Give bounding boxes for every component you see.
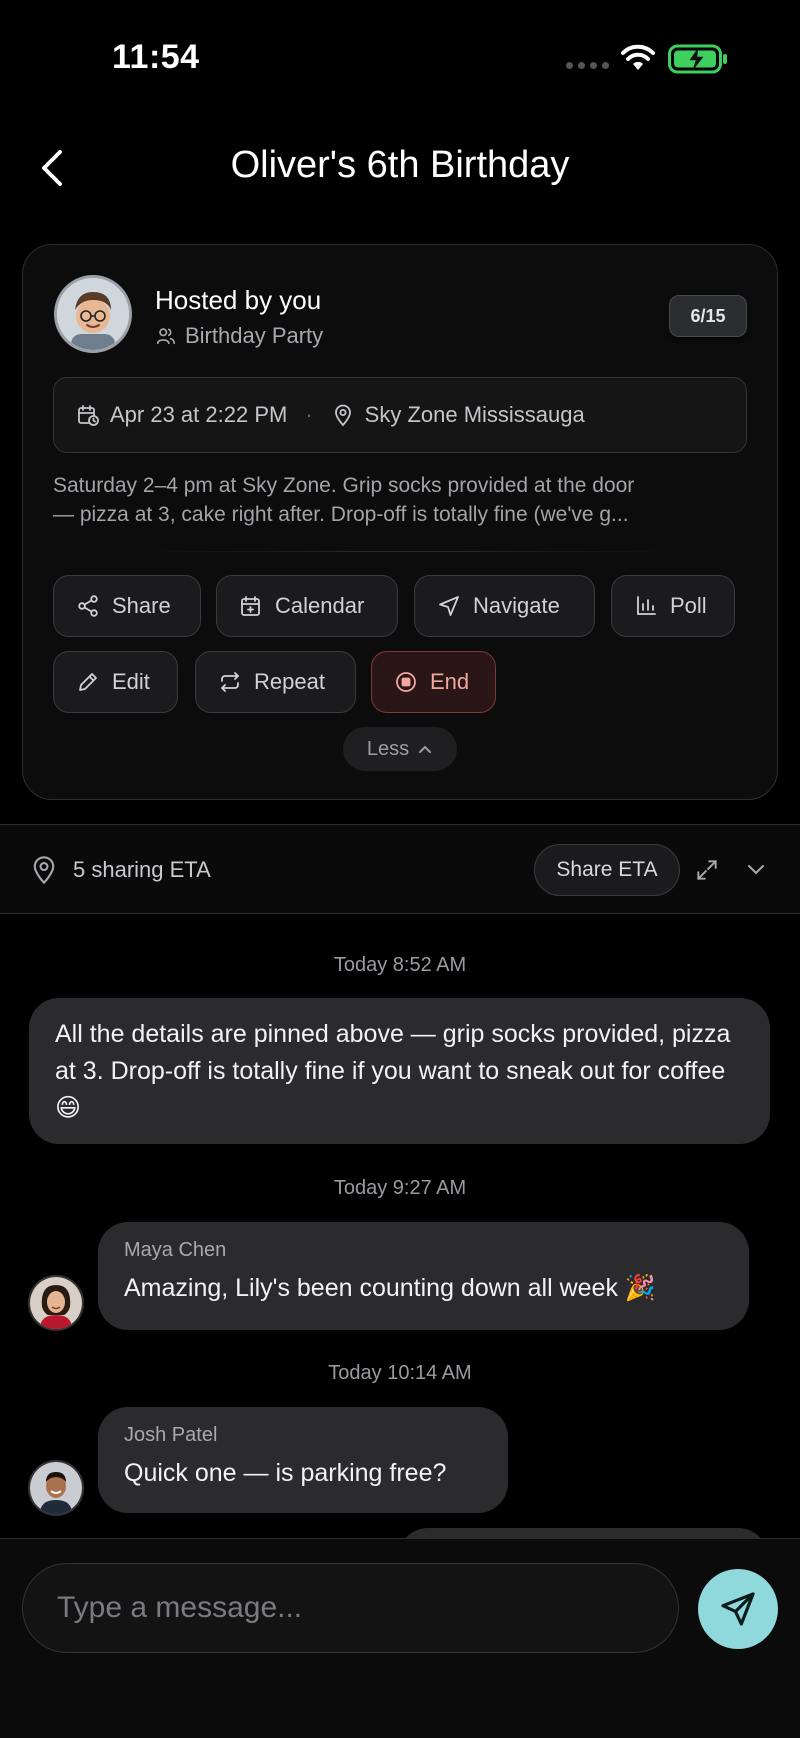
end-label: End — [430, 669, 470, 694]
calendar-plus-icon — [241, 596, 260, 616]
chevron-down-icon[interactable] — [744, 859, 768, 879]
divider — [143, 551, 673, 552]
calendar-clock-icon — [78, 405, 99, 426]
top-nav: Oliver's 6th Birthday — [0, 120, 800, 216]
navigation-arrow-icon — [439, 596, 459, 616]
cellular-signal-icon — [566, 62, 609, 69]
poll-button[interactable]: Poll — [611, 575, 735, 637]
send-icon — [721, 1592, 755, 1626]
end-event-button[interactable]: End — [371, 651, 496, 713]
message-input-placeholder: Type a message... — [57, 1591, 303, 1624]
message-composer: Type a message... — [0, 1538, 800, 1738]
battery-icon — [668, 44, 727, 74]
event-location[interactable]: Sky Zone Mississauga — [365, 402, 585, 428]
share-button[interactable]: Share — [53, 575, 201, 637]
stop-circle-icon — [396, 672, 416, 692]
sender-name: Josh Patel — [124, 1424, 218, 1446]
meta-separator: · — [305, 402, 313, 427]
eta-sharing-count: 5 sharing ETA — [73, 857, 211, 882]
message-text: Quick one — is parking free? — [124, 1459, 447, 1487]
event-type: Birthday Party — [155, 323, 323, 349]
message-bubble[interactable]: Josh Patel Quick one — is parking free? — [98, 1407, 508, 1513]
message-text: Amazing, Lily's been counting down all w… — [124, 1274, 657, 1302]
status-bar: 11:54 — [0, 0, 800, 100]
share-icon — [78, 595, 98, 617]
attendee-count-badge[interactable]: 6/15 — [669, 295, 747, 337]
share-eta-button[interactable]: Share ETA — [534, 844, 680, 896]
event-date[interactable]: Apr 23 at 2:22 PM — [110, 402, 287, 428]
repeat-label: Repeat — [254, 669, 325, 694]
host-label: Hosted by you — [155, 285, 322, 315]
description-line-1: Saturday 2–4 pm at Sky Zone. Grip socks … — [53, 474, 635, 497]
send-button[interactable] — [698, 1569, 778, 1649]
poll-label: Poll — [670, 593, 707, 618]
message-input[interactable]: Type a message... — [22, 1563, 679, 1653]
repeat-button[interactable]: Repeat — [195, 651, 356, 713]
location-pin-icon — [334, 404, 351, 427]
message-bubble[interactable]: Maya Chen Amazing, Lily's been counting … — [98, 1222, 749, 1330]
message-text: All the details are pinned above — grip … — [55, 1020, 731, 1122]
expand-icon[interactable] — [694, 857, 720, 883]
less-label: Less — [366, 737, 410, 760]
pencil-icon — [79, 673, 97, 691]
bar-chart-icon — [637, 596, 656, 615]
description-line-2: — pizza at 3, cake right after. Drop-off… — [53, 503, 629, 526]
event-type-label: Birthday Party — [185, 323, 324, 348]
message-timestamp: Today 8:52 AM — [333, 954, 467, 976]
host-avatar[interactable] — [54, 275, 132, 353]
edit-button[interactable]: Edit — [53, 651, 178, 713]
less-toggle[interactable]: Less — [343, 727, 457, 771]
wifi-icon — [621, 44, 655, 70]
eta-bar: 5 sharing ETA Share ETA — [0, 824, 800, 914]
calendar-label: Calendar — [275, 593, 365, 618]
navigate-button[interactable]: Navigate — [414, 575, 595, 637]
calendar-button[interactable]: Calendar — [216, 575, 398, 637]
people-icon — [156, 328, 176, 345]
chevron-up-icon — [419, 745, 432, 753]
avatar-josh-patel[interactable] — [28, 1460, 84, 1516]
message-timestamp: Today 10:14 AM — [328, 1362, 472, 1384]
event-description[interactable]: Saturday 2–4 pm at Sky Zone. Grip socks … — [53, 471, 753, 529]
avatar-maya-chen[interactable] — [28, 1275, 84, 1331]
sender-name: Maya Chen — [124, 1239, 227, 1261]
navigate-label: Navigate — [473, 593, 560, 618]
page-title: Oliver's 6th Birthday — [230, 144, 570, 186]
host-avatar-illustration — [57, 278, 129, 350]
location-pin-icon — [33, 856, 55, 885]
message-bubble-own[interactable]: All the details are pinned above — grip … — [29, 998, 770, 1144]
event-meta: Apr 23 at 2:22 PM · Sky Zone Mississauga — [53, 377, 747, 453]
edit-label: Edit — [112, 669, 150, 694]
event-card: Hosted by you Birthday Party 6/15 Apr 23… — [22, 244, 778, 800]
status-time: 11:54 — [112, 38, 200, 76]
share-label: Share — [112, 593, 171, 618]
message-timestamp: Today 9:27 AM — [333, 1177, 467, 1199]
repeat-icon — [221, 672, 239, 692]
